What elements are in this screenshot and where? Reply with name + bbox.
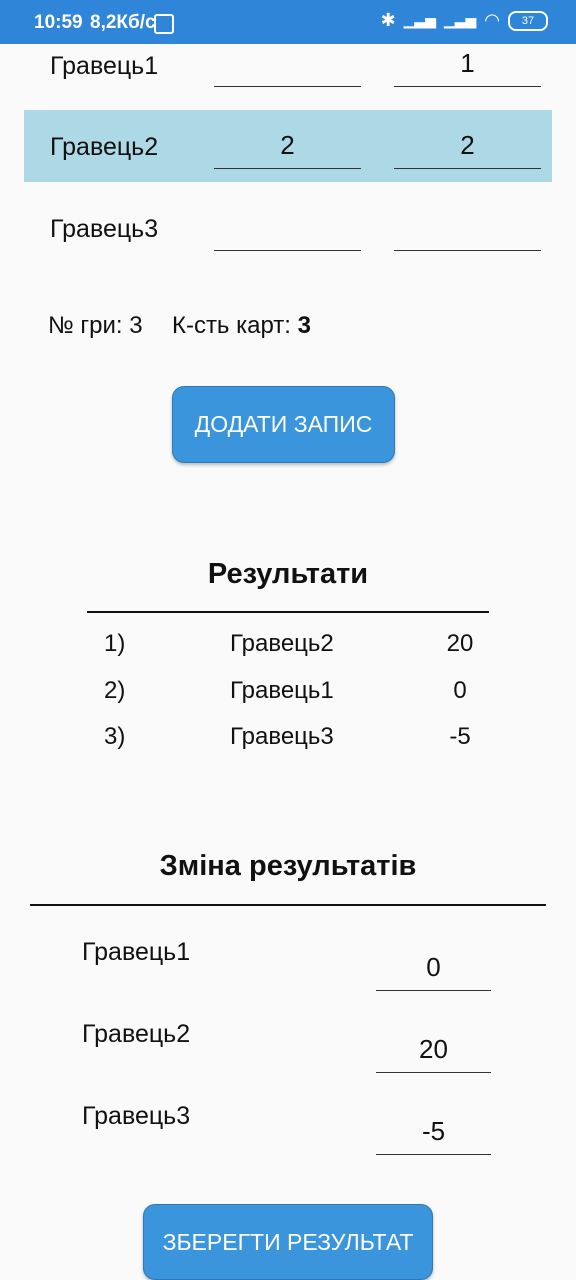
result-name-2: Гравець1 [230, 677, 334, 704]
change-player1-value[interactable]: 0 [376, 952, 491, 991]
status-network-rate: 8,2Кб/с [90, 12, 156, 33]
battery-icon: 37 [508, 10, 548, 31]
cards-count-label: К-сть карт: [171, 312, 291, 339]
result-rank-2: 2) [104, 677, 126, 704]
change-player-name-2: Гравець2 [82, 1020, 191, 1048]
app-notification-icon [154, 14, 174, 34]
game-number-label: № гри: [48, 312, 123, 339]
result-name-3: Гравець3 [230, 723, 334, 750]
player1-field1[interactable] [214, 48, 361, 87]
player1-field2[interactable]: 1 [394, 48, 541, 87]
player3-field1[interactable] [214, 212, 361, 251]
change-player2-value[interactable]: 20 [376, 1034, 491, 1073]
player3-field2[interactable] [394, 212, 541, 251]
signal-icon-2: ▁▃▅ [443, 12, 477, 28]
wifi-icon: ◠ [484, 10, 500, 30]
status-bar: 10:59 8,2Кб/с ✱ ▁▃▅ ▁▃▅ ◠ 37 [0, 0, 576, 44]
cards-count: 3 [297, 312, 311, 339]
result-score-1: 20 [446, 630, 474, 657]
player-name-2: Гравець2 [50, 133, 159, 161]
add-record-button[interactable]: ДОДАТИ ЗАПИС [172, 386, 395, 463]
change-player-name-3: Гравець3 [82, 1102, 191, 1130]
result-rank-3: 3) [104, 723, 126, 750]
player2-field1[interactable]: 2 [214, 130, 361, 169]
game-number: 3 [129, 312, 143, 339]
save-result-button[interactable]: ЗБЕРЕГТИ РЕЗУЛЬТАТ [143, 1204, 433, 1280]
result-score-2: 0 [453, 677, 467, 704]
change-player-name-1: Гравець1 [82, 938, 191, 966]
bluetooth-icon: ✱ [380, 10, 396, 30]
results-title: Результати [207, 558, 369, 590]
status-icons: ✱ ▁▃▅ ▁▃▅ ◠ 37 [381, 10, 548, 31]
change-results-divider [30, 904, 546, 906]
status-time: 10:59 [34, 12, 83, 33]
game-info: № гри: 3 К-сть карт: 3 [48, 312, 311, 340]
player-name-1: Гравець1 [50, 52, 159, 80]
result-score-3: -5 [449, 723, 471, 750]
change-player3-value[interactable]: -5 [376, 1116, 491, 1155]
player-name-3: Гравець3 [50, 215, 159, 243]
player2-field2[interactable]: 2 [394, 130, 541, 169]
results-divider [87, 611, 489, 613]
change-results-title: Зміна результатів [159, 850, 417, 882]
signal-icon: ▁▃▅ [403, 12, 436, 28]
result-name-1: Гравець2 [230, 630, 334, 657]
result-rank-1: 1) [104, 630, 126, 657]
